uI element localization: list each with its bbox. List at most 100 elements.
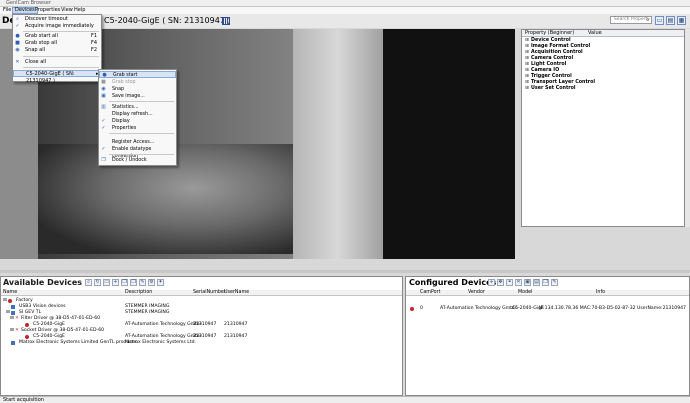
menu-item-properties[interactable]: ✓ Properties — [99, 125, 176, 132]
available-columns: Name Description SerialNumber UserName — [1, 290, 402, 296]
device-header: De C5-2040-GigE ( SN: 21310947 ) Search … — [0, 14, 690, 28]
device-submenu: ● Grab start ■ Grab stop ◉ Snap ▣ Save image… — [98, 69, 177, 166]
link-icon[interactable]: ⚭ — [506, 279, 513, 286]
menu-separator — [23, 67, 99, 68]
wrench-icon[interactable]: ✎ — [551, 279, 558, 286]
camera-icon: ◉ — [101, 86, 106, 92]
menu-separator — [109, 101, 174, 102]
camera-icon — [410, 307, 414, 311]
settings-icon[interactable]: ⚙ — [148, 279, 155, 286]
device-camera-title: C5-2040-GigE ( SN: 21310947 ) — [104, 16, 231, 25]
menu-item-snap[interactable]: ◉ Snap — [99, 86, 176, 93]
property-scrollbar[interactable] — [685, 29, 690, 227]
stop-icon: ■ — [101, 79, 106, 85]
menu-item-discover-timeout[interactable]: ⌕ Discover timeout — [13, 16, 101, 23]
copy2-icon[interactable]: ❐ — [130, 279, 137, 286]
factory-icon — [8, 299, 12, 303]
property-col-value: Value — [588, 30, 602, 36]
menu-separator — [109, 154, 174, 155]
menu-item-snap-all[interactable]: ◉ Snap all F2 — [13, 47, 101, 54]
image-bright-region — [293, 29, 383, 259]
save-icon: ▣ — [101, 93, 106, 99]
menu-help[interactable]: Help — [72, 7, 87, 14]
check-icon: ✓ — [15, 23, 20, 29]
menu-item-datatype-conversion[interactable]: ✓ Enable datatype conversion — [99, 146, 176, 160]
menu-item-grab-start[interactable]: ● Grab start — [99, 71, 176, 78]
discover-icon[interactable]: ⌕ — [85, 279, 92, 286]
col-vendor: Vendor — [468, 290, 485, 295]
close-icon: ✕ — [15, 59, 20, 65]
col-serial: SerialNumber — [193, 290, 226, 295]
col-description: Description — [125, 290, 153, 295]
menu-separator — [23, 31, 99, 32]
property-panel: Property (Beginner) Value ⊞ Device Contro… — [521, 29, 685, 227]
status-bar: Start acquisition — [0, 396, 690, 403]
tool-icon[interactable]: ✦ — [157, 279, 164, 286]
move-icon[interactable]: ✥ — [497, 279, 504, 286]
camera-icon — [25, 335, 29, 339]
window-title: GenICam Browser — [6, 0, 51, 6]
configured-row[interactable]: 0 AT-Automation Technology GmbH C5-2040-… — [406, 306, 689, 312]
refresh-icon[interactable]: ↻ — [94, 279, 101, 286]
menu-separator — [109, 133, 174, 134]
menu-item-register-access[interactable]: Register Access... — [99, 139, 176, 146]
menu-item-device-submenu[interactable]: C5-2040-GigE ( SN: 21310947 )▸ — [13, 70, 101, 84]
splitter[interactable] — [0, 270, 690, 273]
menu-item-grab-start-all[interactable]: ● Grab start all F1 — [13, 33, 101, 40]
search-placeholder: Search Property — [614, 17, 650, 22]
usb-icon — [11, 305, 15, 309]
open-icon[interactable]: ▤ — [533, 279, 540, 286]
grid-view-icon[interactable]: ▦ — [677, 16, 686, 25]
col-info: Info — [596, 290, 606, 295]
search-input[interactable]: Search Property ⌕ — [610, 16, 652, 24]
property-header: Property (Beginner) Value — [522, 30, 684, 37]
save-icon[interactable]: ▣ — [524, 279, 531, 286]
transport-layer-icon — [11, 311, 15, 315]
col-username: UserName — [224, 290, 250, 295]
window-tools: ▭ ▤ ▦ — [655, 16, 690, 25]
property-col-name: Property (Beginner) — [525, 30, 575, 36]
grid-icon[interactable] — [222, 17, 230, 25]
window-icon[interactable]: ▭ — [103, 279, 110, 286]
menu-item-display[interactable]: ✓ Display — [99, 118, 176, 125]
camera-icon — [25, 323, 29, 327]
add-icon[interactable]: + — [488, 279, 495, 286]
status-text: Start acquisition — [3, 397, 44, 403]
configured-devices-panel: Configured Devices + ✥ ⚭ ✕ ▣ ▤ ❐ ✎ CamPo… — [405, 276, 690, 396]
cascade-icon[interactable]: ▤ — [666, 16, 675, 25]
menu-properties[interactable]: Properties — [33, 7, 62, 14]
available-devices-panel: Available Devices ⌕ ↻ ▭ + ❐ ❐ ✎ ⚙ ✦ Name… — [0, 276, 403, 396]
copy-icon[interactable]: ❐ — [121, 279, 128, 286]
menu-item-grab-stop-all[interactable]: ■ Grab stop all F4 — [13, 40, 101, 47]
camera-icon: ◉ — [15, 47, 20, 53]
property-group[interactable]: ⊞ User Set Control — [522, 86, 684, 92]
copy-icon[interactable]: ❐ — [542, 279, 549, 286]
menu-item-save-image[interactable]: ▣ Save image... — [99, 93, 176, 100]
search-icon: ⌕ — [16, 16, 19, 22]
menu-item-acquire-immediately[interactable]: ✓ Acquire image immediately — [13, 23, 101, 30]
menu-item-display-refresh[interactable]: Display refresh... — [99, 111, 176, 118]
menu-item-grab-stop[interactable]: ■ Grab stop — [99, 79, 176, 86]
tree-row[interactable]: Matrox Electronic Systems Limited GenTL … — [1, 340, 402, 346]
menu-bar: File Devices Properties View Help — [0, 7, 690, 14]
play-icon: ● — [102, 72, 107, 78]
tile-icon[interactable]: ▭ — [655, 16, 664, 25]
col-model: Model — [518, 290, 533, 295]
menu-item-close-all[interactable]: ✕ Close all — [13, 59, 101, 66]
expand-icon[interactable]: ⊞ — [525, 86, 529, 92]
play-icon: ● — [15, 33, 20, 39]
configured-columns: CamPort Vendor Model Info — [406, 290, 689, 296]
menu-item-dock-undock[interactable]: ❐ Dock / Undock — [99, 157, 176, 164]
search-icon[interactable]: ⌕ — [646, 17, 649, 23]
remove-icon[interactable]: ✕ — [515, 279, 522, 286]
available-devices-title: Available Devices — [3, 278, 83, 287]
menu-item-statistics[interactable]: ▥ Statistics... — [99, 104, 176, 111]
wrench-icon[interactable]: ✎ — [139, 279, 146, 286]
title-bar: GenICam Browser — [0, 0, 690, 7]
configured-devices-title: Configured Devices — [409, 278, 497, 287]
menu-separator — [23, 56, 99, 57]
devices-menu: ⌕ Discover timeout ✓ Acquire image immedia… — [12, 14, 102, 84]
image-dark-region — [383, 29, 515, 259]
add-icon[interactable]: + — [112, 279, 119, 286]
col-camport: CamPort — [420, 290, 441, 295]
